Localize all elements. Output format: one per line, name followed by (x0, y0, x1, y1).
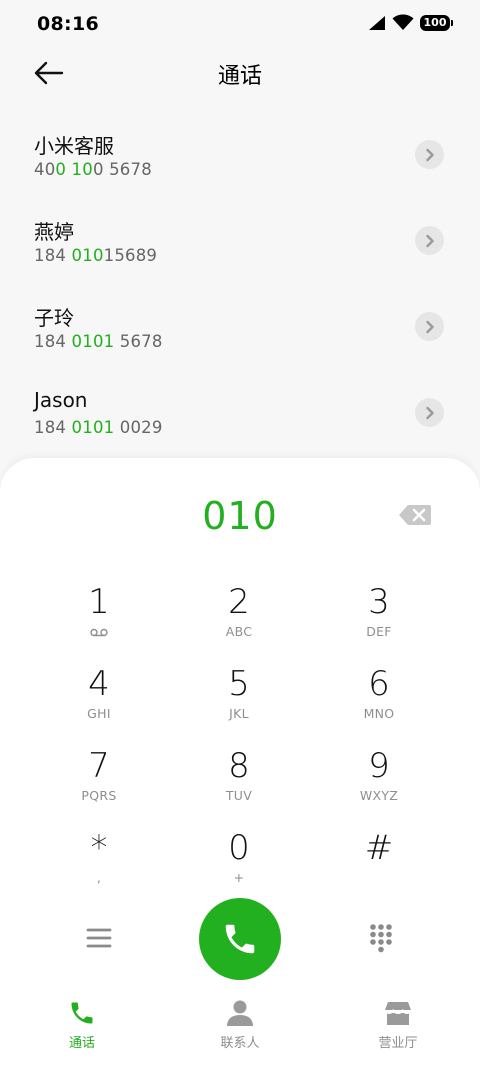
key-letters: , (96, 870, 102, 885)
key-6[interactable]: 6 MNO (309, 665, 449, 747)
voicemail-icon (90, 628, 108, 637)
wifi-icon (392, 14, 414, 30)
chevron-right-icon (425, 320, 434, 333)
contact-name: 小米客服 (34, 134, 114, 158)
key-letters: MNO (363, 706, 395, 721)
key-digit: 2 (228, 582, 250, 622)
contact-name: 燕婷 (34, 220, 74, 244)
contact-name: 子玲 (34, 306, 74, 330)
page-title: 通话 (217, 64, 262, 89)
key-digit: 4 (88, 664, 110, 704)
nav-label: 联系人 (220, 1036, 260, 1051)
backspace-icon (399, 505, 431, 525)
key-2[interactable]: 2 ABC (169, 583, 309, 665)
chevron-right-icon (425, 234, 434, 247)
key-7[interactable]: 7 PQRS (29, 747, 169, 829)
contact-detail-button[interactable] (415, 226, 444, 255)
contact-item[interactable]: Jason 184 0101 0029 (0, 370, 480, 456)
contact-detail-button[interactable] (415, 312, 444, 341)
key-letters (29, 624, 169, 640)
key-digit: * (90, 828, 108, 868)
key-digit: 8 (228, 746, 250, 786)
key-5[interactable]: 5 JKL (169, 665, 309, 747)
key-3[interactable]: 3 DEF (309, 583, 449, 665)
chevron-right-icon (425, 406, 434, 419)
phone-icon (225, 924, 255, 954)
key-digit: 7 (88, 746, 110, 786)
nav-item-calls[interactable]: 通话 (22, 998, 142, 1051)
battery-icon: 100 (420, 14, 453, 31)
menu-button[interactable] (86, 926, 112, 950)
key-digit: 3 (368, 582, 390, 622)
chevron-right-icon (425, 148, 434, 161)
phone-icon (71, 1002, 93, 1024)
key-letters: WXYZ (359, 788, 399, 803)
key-letters: ABC (225, 624, 253, 639)
nav-label: 通话 (68, 1036, 95, 1051)
key-9[interactable]: 9 WXYZ (309, 747, 449, 829)
battery-level: 100 (423, 16, 447, 29)
key-1[interactable]: 1 (29, 583, 169, 665)
nav-label: 营业厅 (378, 1036, 418, 1051)
key-letters: DEF (366, 624, 392, 639)
key-letters: JKL (229, 706, 249, 721)
key-digit: 5 (228, 664, 250, 704)
dialpad-icon (370, 924, 392, 953)
status-icons: 100 (368, 14, 453, 31)
key-4[interactable]: 4 GHI (29, 665, 169, 747)
nav-item-store[interactable]: 营业厅 (338, 998, 458, 1051)
contact-detail-button[interactable] (415, 398, 444, 427)
store-icon (384, 1002, 412, 1025)
key-letters: + (233, 870, 245, 885)
header: 通话 (0, 50, 480, 96)
signal-icon (369, 15, 385, 30)
key-8[interactable]: 8 TUV (169, 747, 309, 829)
dialpad-sheet: 010 1 2 ABC 3 DEF 4 GHI 5 JKL 6 MNO 7 PQ… (0, 458, 480, 1066)
contact-item[interactable]: 小米客服 400 100 5678 (0, 112, 480, 198)
key-letters (309, 870, 449, 886)
status-time: 08:16 (37, 13, 99, 35)
dialpad-actions (0, 898, 480, 980)
bottom-nav: 通话 联系人 营业厅 (0, 998, 480, 1066)
contact-list: 小米客服 400 100 5678 燕婷 184 01015689 子玲 184… (0, 112, 480, 456)
status-bar: 08:16 100 (0, 0, 480, 50)
key-digit: 1 (88, 582, 110, 622)
keypad: 1 2 ABC 3 DEF 4 GHI 5 JKL 6 MNO 7 PQRS 8… (29, 583, 449, 911)
key-letters: GHI (87, 706, 111, 721)
contact-number: 184 0101 0029 (34, 418, 163, 437)
contact-item[interactable]: 子玲 184 0101 5678 (0, 284, 480, 370)
key-letters: TUV (225, 788, 253, 803)
contact-detail-button[interactable] (415, 140, 444, 169)
key-digit: # (364, 828, 394, 868)
menu-icon (86, 928, 112, 948)
key-digit: 6 (368, 664, 390, 704)
contact-number: 184 0101 5678 (34, 332, 163, 351)
key-letters: PQRS (81, 788, 117, 803)
contact-item[interactable]: 燕婷 184 01015689 (0, 198, 480, 284)
key-digit: 0 (228, 828, 250, 868)
key-digit: 9 (368, 746, 390, 786)
contact-name: Jason (34, 388, 88, 412)
person-icon (227, 1000, 253, 1026)
call-button[interactable] (199, 898, 281, 980)
backspace-button[interactable] (398, 504, 432, 526)
nav-item-contacts[interactable]: 联系人 (180, 998, 300, 1051)
keypad-toggle-button[interactable] (368, 923, 394, 953)
contact-number: 400 100 5678 (34, 160, 152, 179)
contact-number: 184 01015689 (34, 246, 158, 265)
